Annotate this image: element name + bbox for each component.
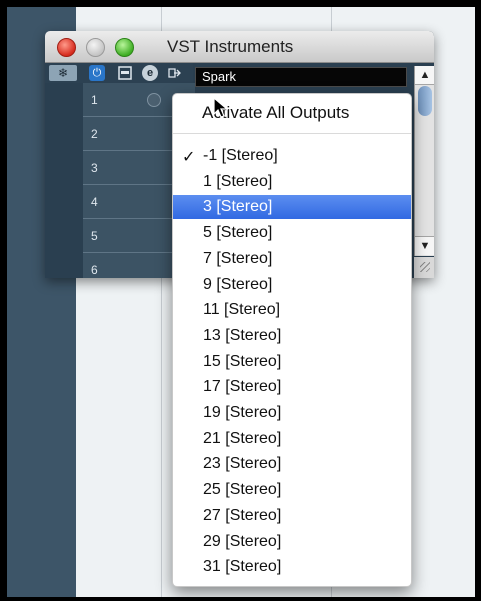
menu-separator xyxy=(173,133,411,134)
slot-number: 6 xyxy=(91,263,98,277)
slot-number: 4 xyxy=(91,195,98,209)
menu-item[interactable]: 25 [Stereo] xyxy=(173,478,411,502)
menu-item-label: 1 [Stereo] xyxy=(203,172,273,190)
power-icon[interactable]: ⏻ xyxy=(89,65,105,81)
menu-item-label: 17 [Stereo] xyxy=(203,378,282,396)
activate-all-outputs-item[interactable]: Activate All Outputs xyxy=(173,101,411,125)
menu-item-label: 3 [Stereo] xyxy=(203,198,273,216)
zoom-button[interactable] xyxy=(115,38,134,57)
menu-item-label: 11 [Stereo] xyxy=(203,301,281,319)
rack-icon[interactable] xyxy=(117,65,133,81)
scroll-up-arrow-icon[interactable]: ▲ xyxy=(415,66,434,85)
menu-item[interactable]: ✓ -1 [Stereo] xyxy=(173,144,411,168)
vertical-scrollbar[interactable]: ▲ ▼ xyxy=(414,66,434,256)
menu-item[interactable]: 3 [Stereo] xyxy=(173,195,411,220)
output-routing-icon[interactable] xyxy=(166,65,182,81)
instrument-name: Spark xyxy=(202,69,236,84)
freeze-icon[interactable]: ❄ xyxy=(49,65,77,81)
resize-grip-icon[interactable] xyxy=(414,257,434,278)
menu-item-label: 13 [Stereo] xyxy=(203,326,282,344)
menu-item-label: 15 [Stereo] xyxy=(203,352,282,370)
slot-number: 5 xyxy=(91,229,98,243)
menu-item-label: 25 [Stereo] xyxy=(203,481,282,499)
menu-item[interactable]: 15 [Stereo] xyxy=(173,350,411,374)
output-dropdown-menu: Activate All Outputs ✓ -1 [Stereo] 1 [Ster… xyxy=(172,93,412,587)
slot-number: 3 xyxy=(91,161,98,175)
scroll-down-arrow-icon[interactable]: ▼ xyxy=(415,236,434,255)
instrument-name-field[interactable]: Spark xyxy=(195,67,407,87)
menu-item-label: 5 [Stereo] xyxy=(203,224,273,242)
window-title: VST Instruments xyxy=(167,37,294,56)
menu-item[interactable]: 7 [Stereo] xyxy=(173,247,411,271)
menu-item[interactable]: 13 [Stereo] xyxy=(173,324,411,348)
minimize-button[interactable] xyxy=(86,38,105,57)
menu-item-label: 29 [Stereo] xyxy=(203,532,282,550)
menu-item-label: -1 [Stereo] xyxy=(203,147,278,164)
menu-item-label: 19 [Stereo] xyxy=(203,404,282,421)
menu-item[interactable]: 19 [Stereo] xyxy=(173,401,411,425)
menu-item[interactable]: 21 [Stereo] xyxy=(173,427,411,451)
menu-item-label: 23 [Stereo] xyxy=(203,455,282,473)
menu-item[interactable]: 29 [Stereo] xyxy=(173,530,411,554)
menu-item[interactable]: 23 [Stereo] xyxy=(173,452,411,476)
menu-item[interactable]: 27 [Stereo] xyxy=(173,504,411,528)
menu-item[interactable]: 31 [Stereo] xyxy=(173,555,411,579)
menu-item-label: 21 [Stereo] xyxy=(203,429,282,447)
menu-item-label: 9 [Stereo] xyxy=(203,275,273,293)
menu-item[interactable]: 1 [Stereo] xyxy=(173,170,411,194)
instrument-toolbar: ❄ ⏻ e xyxy=(45,63,193,83)
menu-item-label: 27 [Stereo] xyxy=(203,506,282,524)
menu-item-label: 31 [Stereo] xyxy=(203,558,282,576)
menu-item[interactable]: 9 [Stereo] xyxy=(173,273,411,297)
slot-number: 2 xyxy=(91,127,98,141)
edit-instrument-icon[interactable]: e xyxy=(142,65,158,81)
menu-item-label: 7 [Stereo] xyxy=(203,249,273,267)
menu-item[interactable]: 5 [Stereo] xyxy=(173,221,411,245)
slot-number: 1 xyxy=(91,93,98,107)
mouse-cursor-icon xyxy=(213,97,229,118)
scroll-thumb[interactable] xyxy=(418,86,432,116)
close-button[interactable] xyxy=(57,38,76,57)
menu-item[interactable]: 17 [Stereo] xyxy=(173,375,411,399)
title-bar[interactable]: VST Instruments xyxy=(45,31,434,63)
slot-knob-icon[interactable] xyxy=(147,93,161,107)
menu-item[interactable]: 11 [Stereo] xyxy=(173,298,411,322)
checkmark-icon: ✓ xyxy=(182,149,196,166)
